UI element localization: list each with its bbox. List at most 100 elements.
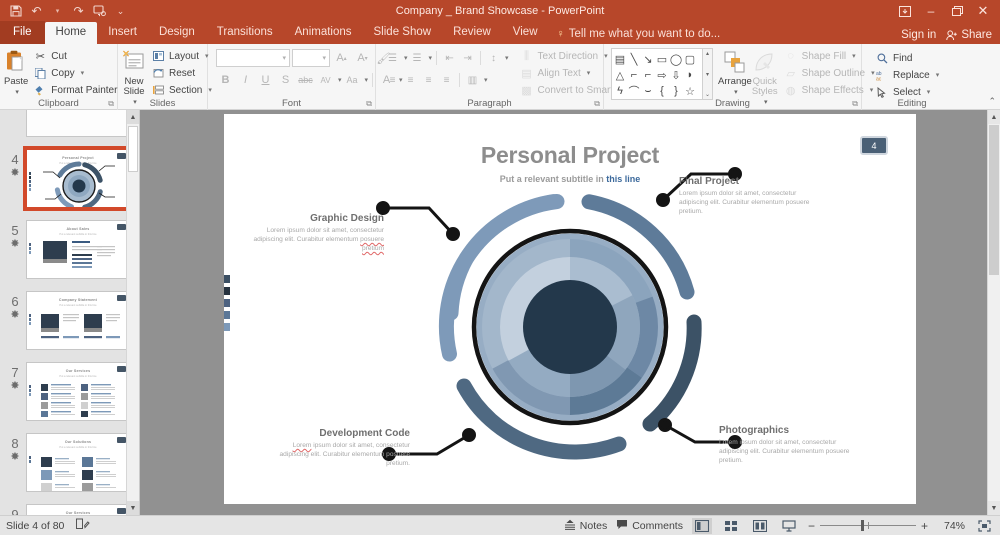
character-spacing-button[interactable]: AV [316,71,335,89]
shape-right-arrow-icon[interactable]: ⇨ [655,67,669,83]
fit-slide-icon[interactable] [974,518,994,534]
drawing-dialog-launcher[interactable]: ⧉ [852,99,858,109]
replace-button[interactable]: abac Replace ▾ [872,67,942,83]
slide-thumbnail[interactable]: About Sales Put a relevant subtitle in t… [26,220,130,279]
shape-curve-icon[interactable]: ⌣ [641,83,655,99]
thumbnail-scrollbar[interactable]: ▲ ▼ [126,110,139,515]
tab-animations[interactable]: Animations [284,22,363,44]
slide-thumbnail[interactable]: Our Services Put a relevant subtitle in … [26,504,130,515]
shape-textbox-icon[interactable]: ▤ [613,51,627,67]
increase-indent-button[interactable]: ⇥ [459,50,476,67]
strikethrough-button[interactable]: abc [296,71,315,89]
shape-arc-icon[interactable]: ⌒ [627,83,641,99]
redo-icon[interactable]: ↷ [69,2,88,20]
line-spacing-button[interactable]: ↕ [485,50,502,67]
slide-thumbnail[interactable]: Our Services Put a relevant subtitle in … [26,362,130,421]
callout-development-code[interactable]: Development Code Lorem ipsum dolor sit a… [276,429,410,468]
text-shadow-button[interactable]: S [276,71,295,89]
zoom-out-button[interactable]: − [808,519,815,533]
section-button[interactable]: Section ▾ [148,82,215,98]
paragraph-dialog-launcher[interactable]: ⧉ [594,99,600,109]
zoom-level-label[interactable]: 74% [937,520,965,532]
shape-rounded-rect-icon[interactable]: ▢ [683,51,697,67]
slide-thumbnail-pane[interactable]: 4 ✸ Personal Project Put a relevant subt… [0,110,140,515]
tab-view[interactable]: View [502,22,549,44]
list-item[interactable]: 4 ✸ Personal Project Put a relevant subt… [0,143,139,214]
slide-scrollbar-thumb[interactable] [989,125,999,275]
font-name-input[interactable]: ▾ [216,49,290,67]
increase-font-size-button[interactable]: A▴ [332,49,351,67]
accessibility-icon[interactable] [76,518,90,533]
sign-in-link[interactable]: Sign in [901,29,936,41]
ribbon-display-options-icon[interactable] [892,1,918,21]
tab-slide-show[interactable]: Slide Show [363,22,443,44]
bold-button[interactable]: B [216,71,235,89]
callout-final-project[interactable]: Final Project Lorem ipsum dolor sit amet… [679,177,813,216]
copy-caret-icon[interactable]: ▾ [81,69,85,77]
share-button[interactable]: Share [946,29,992,41]
reset-button[interactable]: Reset [148,65,215,81]
zoom-knob[interactable] [861,520,864,531]
tell-me-search[interactable]: ♀ Tell me what you want to do... [549,25,729,44]
shape-freeform-icon[interactable]: ϟ [613,83,627,99]
shapes-gallery-scroll[interactable]: ▴ ▾ ⌄ [703,48,713,100]
shape-pentagon-icon[interactable]: ◗ [683,67,697,83]
scroll-down-icon[interactable]: ▼ [127,501,139,515]
shape-right-brace-icon[interactable]: } [669,83,683,99]
zoom-slider[interactable]: − + [808,519,928,533]
current-slide[interactable]: Personal Project Put a relevant subtitle… [224,114,916,504]
start-presentation-icon[interactable] [90,2,109,20]
clipboard-dialog-launcher[interactable]: ⧉ [108,99,114,109]
zoom-track[interactable] [820,525,916,526]
shape-line-icon[interactable]: ╲ [627,51,641,67]
shape-down-arrow-icon[interactable]: ⇩ [669,67,683,83]
align-center-button[interactable]: ≡ [402,72,419,89]
align-right-button[interactable]: ≡ [420,72,437,89]
gallery-more-icon[interactable]: ⌄ [705,91,710,98]
shape-elbow-connector-icon[interactable]: ⌐ [627,67,641,83]
shape-oval-icon[interactable]: ◯ [669,51,683,67]
slide-scrollbar[interactable]: ▲ ▼ [987,110,1000,515]
decrease-font-size-button[interactable]: A▾ [353,49,372,67]
customize-qat-icon[interactable]: ⌄ [111,2,130,20]
reading-view-button[interactable] [750,518,770,534]
callout-graphic-design[interactable]: Graphic Design Lorem ipsum dolor sit ame… [250,214,384,253]
shape-arrow-icon[interactable]: ↘ [641,51,655,67]
shapes-grid[interactable]: ▤ ╲ ↘ ▭ ◯ ▢ △ ⌐ ⌐ ⇨ ⇩ ◗ ϟ ⌒ ⌣ [611,48,703,100]
list-item[interactable]: 7 ✸ Our Services Put a relevant subtitle… [0,356,139,427]
tab-insert[interactable]: Insert [97,22,148,44]
slide-thumbnail[interactable]: Our Solutions Put a relevant subtitle in… [26,433,130,492]
list-item[interactable]: 9 ✸ Our Services Put a relevant subtitle… [0,498,139,515]
slide-scroll-up-icon[interactable]: ▲ [988,110,1000,124]
comments-button[interactable]: Comments [616,519,683,533]
paste-button[interactable]: Paste▾ [4,48,28,98]
shape-left-brace-icon[interactable]: { [655,83,669,99]
shape-rectangle-icon[interactable]: ▭ [655,51,669,67]
list-item[interactable] [0,110,139,143]
undo-icon[interactable]: ↶ [27,2,46,20]
decrease-indent-button[interactable]: ⇤ [441,50,458,67]
close-icon[interactable]: ✕ [970,1,996,21]
align-left-button[interactable]: ≡ [384,72,401,89]
underline-button[interactable]: U [256,71,275,89]
slide-thumbnail[interactable]: Personal Project Put a relevant subtitle… [26,149,130,208]
slide-thumbnail[interactable] [26,110,130,137]
bullets-button[interactable]: ☰ [384,50,401,67]
font-size-input[interactable]: ▾ [292,49,330,67]
list-item[interactable]: 5 ✸ About Sales Put a relevant subtitle … [0,214,139,285]
scrollbar-thumb[interactable] [128,126,138,172]
shapes-gallery[interactable]: ▤ ╲ ↘ ▭ ◯ ▢ △ ⌐ ⌐ ⇨ ⇩ ◗ ϟ ⌒ ⌣ [611,48,713,100]
arrange-button[interactable]: Arrange▾ [718,48,752,98]
zoom-in-button[interactable]: + [921,519,928,533]
font-dialog-launcher[interactable]: ⧉ [366,99,372,109]
shape-star-icon[interactable]: ☆ [683,83,697,99]
cut-button[interactable]: ✂ Cut [30,48,120,64]
slide-sorter-view-button[interactable] [721,518,741,534]
save-icon[interactable] [6,2,25,20]
tab-file[interactable]: File [0,21,45,44]
italic-button[interactable]: I [236,71,255,89]
restore-icon[interactable] [944,1,970,21]
slide-thumbnail[interactable]: Company Statement Put a relevant subtitl… [26,291,130,350]
gallery-up-icon[interactable]: ▴ [706,50,709,57]
tab-home[interactable]: Home [45,22,98,44]
